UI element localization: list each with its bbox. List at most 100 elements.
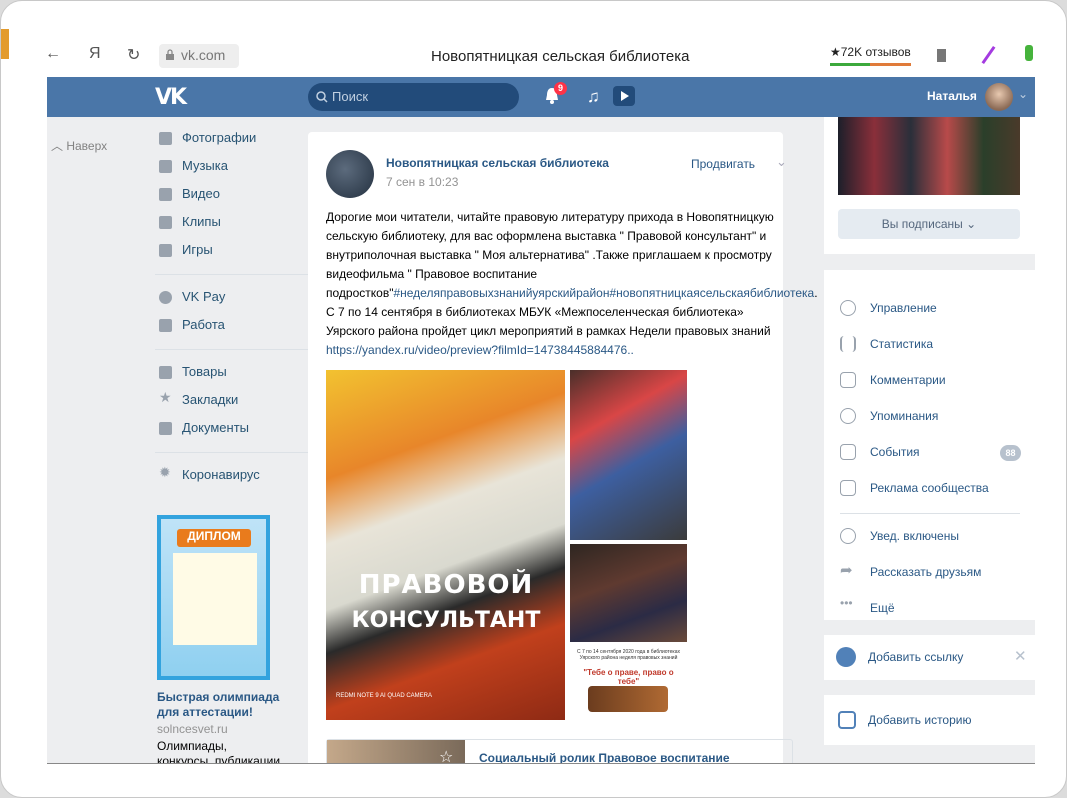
nav-label: Музыка	[182, 158, 228, 173]
ad-image[interactable]: ДИПЛОМ	[157, 515, 270, 680]
vk-logo[interactable]: VK	[155, 85, 187, 110]
scroll-up-label: Наверх	[66, 139, 108, 153]
post-date[interactable]: 7 сен в 10:23	[386, 175, 458, 189]
menu-label: Рассказать друзьям	[870, 565, 982, 579]
reviews-badge[interactable]: ★72K отзывов	[830, 45, 911, 66]
url-text: vk.com	[181, 47, 226, 63]
community-cover-block: Вы подписаны ⌄	[824, 117, 1035, 254]
post-author[interactable]: Новопятницкая сельская библиотека	[386, 156, 609, 170]
subscribed-label: Вы подписаны	[881, 217, 963, 231]
menu-manage[interactable]: Управление	[824, 294, 1035, 324]
community-menu: Управление Статистика Комментарии Упомин…	[824, 270, 1035, 620]
menu-label: Ещё	[870, 601, 895, 615]
avatar[interactable]	[985, 83, 1013, 111]
post-photo-4[interactable]: С 7 по 14 сентября 2020 года в библиотек…	[570, 644, 687, 720]
bookmark-icon[interactable]	[937, 49, 946, 62]
menu-label: Увед. включены	[870, 529, 959, 543]
add-story-label: Добавить историю	[868, 713, 972, 727]
nav-label: Видео	[182, 186, 220, 201]
extension-icon[interactable]	[1025, 45, 1033, 61]
link-list-icon	[836, 647, 856, 667]
nav-label: Закладки	[182, 392, 239, 407]
star-icon: ★	[159, 389, 172, 405]
nav-label: Коронавирус	[182, 467, 260, 482]
ad-site: solncesvet.ru	[157, 722, 228, 736]
reload-icon[interactable]: ↻	[127, 45, 140, 65]
play-icon[interactable]	[613, 86, 635, 106]
poster-title: "Тебе о праве, право о тебе"	[583, 668, 674, 686]
close-icon[interactable]: ✕	[1014, 647, 1027, 665]
gavel-image	[588, 686, 668, 712]
document-icon	[159, 422, 172, 435]
gear-icon	[840, 300, 856, 316]
comment-icon	[840, 372, 856, 388]
nav-label: Игры	[182, 242, 213, 257]
search-input[interactable]: Поиск	[308, 83, 519, 111]
add-link-block[interactable]: Добавить ссылку ✕	[824, 635, 1035, 680]
address-bar[interactable]: vk.com	[159, 44, 239, 68]
post-hashtags[interactable]: #неделяправовыхзнанийуярскийрайон#новопя…	[393, 286, 814, 300]
post-menu-chevron-icon[interactable]: ⌄	[776, 154, 787, 170]
photo-text-line2: КОНСУЛЬТАНТ	[351, 608, 541, 633]
music-note-icon	[159, 160, 172, 173]
browser-toolbar: ← Я ↻ vk.com Новопятницкая сельская библ…	[35, 39, 1035, 77]
back-arrow-icon[interactable]: ←	[45, 45, 61, 63]
virus-icon: ✹	[159, 464, 171, 480]
menu-events[interactable]: События 88	[824, 438, 1035, 468]
megaphone-icon	[840, 480, 856, 496]
menu-label: Комментарии	[870, 373, 946, 387]
video-attachment[interactable]: ☆ Социальный ролик Правовое воспитание п…	[326, 739, 793, 763]
community-avatar[interactable]	[326, 150, 374, 198]
ad-description: Олимпиады, конкурсы, публикации для	[157, 739, 281, 763]
user-name[interactable]: Наталья	[927, 89, 977, 103]
vkpay-icon	[159, 291, 172, 304]
ad-banner-word: ДИПЛОМ	[177, 529, 251, 547]
post-link[interactable]: https://yandex.ru/video/preview?filmId=1…	[326, 343, 634, 357]
advertisement[interactable]: ДИПЛОМ Быстрая олимпиада для аттестации!…	[157, 515, 282, 763]
screenshot-frame: ← Я ↻ vk.com Новопятницкая сельская библ…	[0, 0, 1067, 798]
wall-post: Новопятницкая сельская библиотека 7 сен …	[308, 132, 818, 763]
gamepad-icon	[159, 244, 172, 257]
add-link-label: Добавить ссылку	[868, 650, 964, 664]
menu-ads[interactable]: Реклама сообщества	[824, 474, 1035, 504]
scroll-up-button[interactable]: ︿ Наверх	[51, 137, 107, 154]
menu-comments[interactable]: Комментарии	[824, 366, 1035, 396]
background-window-strip	[1, 29, 9, 59]
menu-notifications[interactable]: Увед. включены	[824, 522, 1035, 552]
post-photo-main[interactable]: ПРАВОВОЙ КОНСУЛЬТАНТ REDMI NOTE 9 AI QUA…	[326, 370, 565, 720]
music-icon[interactable]: ♫	[587, 87, 600, 107]
yandex-icon[interactable]: Я	[89, 45, 101, 63]
star-icon[interactable]: ☆	[439, 747, 453, 763]
nav-label: Клипы	[182, 214, 221, 229]
menu-mentions[interactable]: Упоминания	[824, 402, 1035, 432]
menu-divider	[840, 513, 1020, 514]
menu-more[interactable]: ••• Ещё	[824, 594, 1035, 624]
bag-icon	[159, 366, 172, 379]
add-story-block[interactable]: Добавить историю	[824, 695, 1035, 745]
video-title[interactable]: Социальный ролик Правовое воспитание под…	[479, 751, 792, 763]
vk-header: VK Поиск 9 ♫ Наталья ⌄	[47, 77, 1035, 117]
ad-title[interactable]: Быстрая олимпиада для аттестации!	[157, 690, 282, 720]
poster-small-text: С 7 по 14 сентября 2020 года в библиотек…	[576, 649, 681, 661]
search-placeholder: Поиск	[332, 89, 369, 104]
post-photo-3[interactable]	[570, 544, 687, 642]
promote-button[interactable]: Продвигать	[691, 157, 755, 171]
nav-label: Фотографии	[182, 130, 257, 145]
menu-share[interactable]: ➦ Рассказать друзьям	[824, 558, 1035, 588]
subscribed-button[interactable]: Вы подписаны ⌄	[838, 209, 1020, 239]
pen-icon[interactable]	[981, 45, 996, 65]
nav-label: VK Pay	[182, 289, 226, 304]
page-body: ︿ Наверх Фотографии Музыка Видео Клипы И…	[47, 117, 1035, 763]
more-dots-icon: •••	[840, 596, 853, 610]
menu-label: Упоминания	[870, 409, 939, 423]
menu-stats[interactable]: Статистика	[824, 330, 1035, 360]
post-photo-2[interactable]	[570, 370, 687, 540]
menu-label: Реклама сообщества	[870, 481, 989, 495]
notification-count: 9	[554, 82, 567, 95]
film-icon	[159, 188, 172, 201]
window-bottom-border	[47, 763, 1035, 764]
community-photo[interactable]	[838, 117, 1020, 195]
chevron-down-icon[interactable]: ⌄	[1018, 87, 1028, 101]
share-arrow-icon: ➦	[840, 562, 853, 579]
at-icon	[840, 408, 856, 424]
